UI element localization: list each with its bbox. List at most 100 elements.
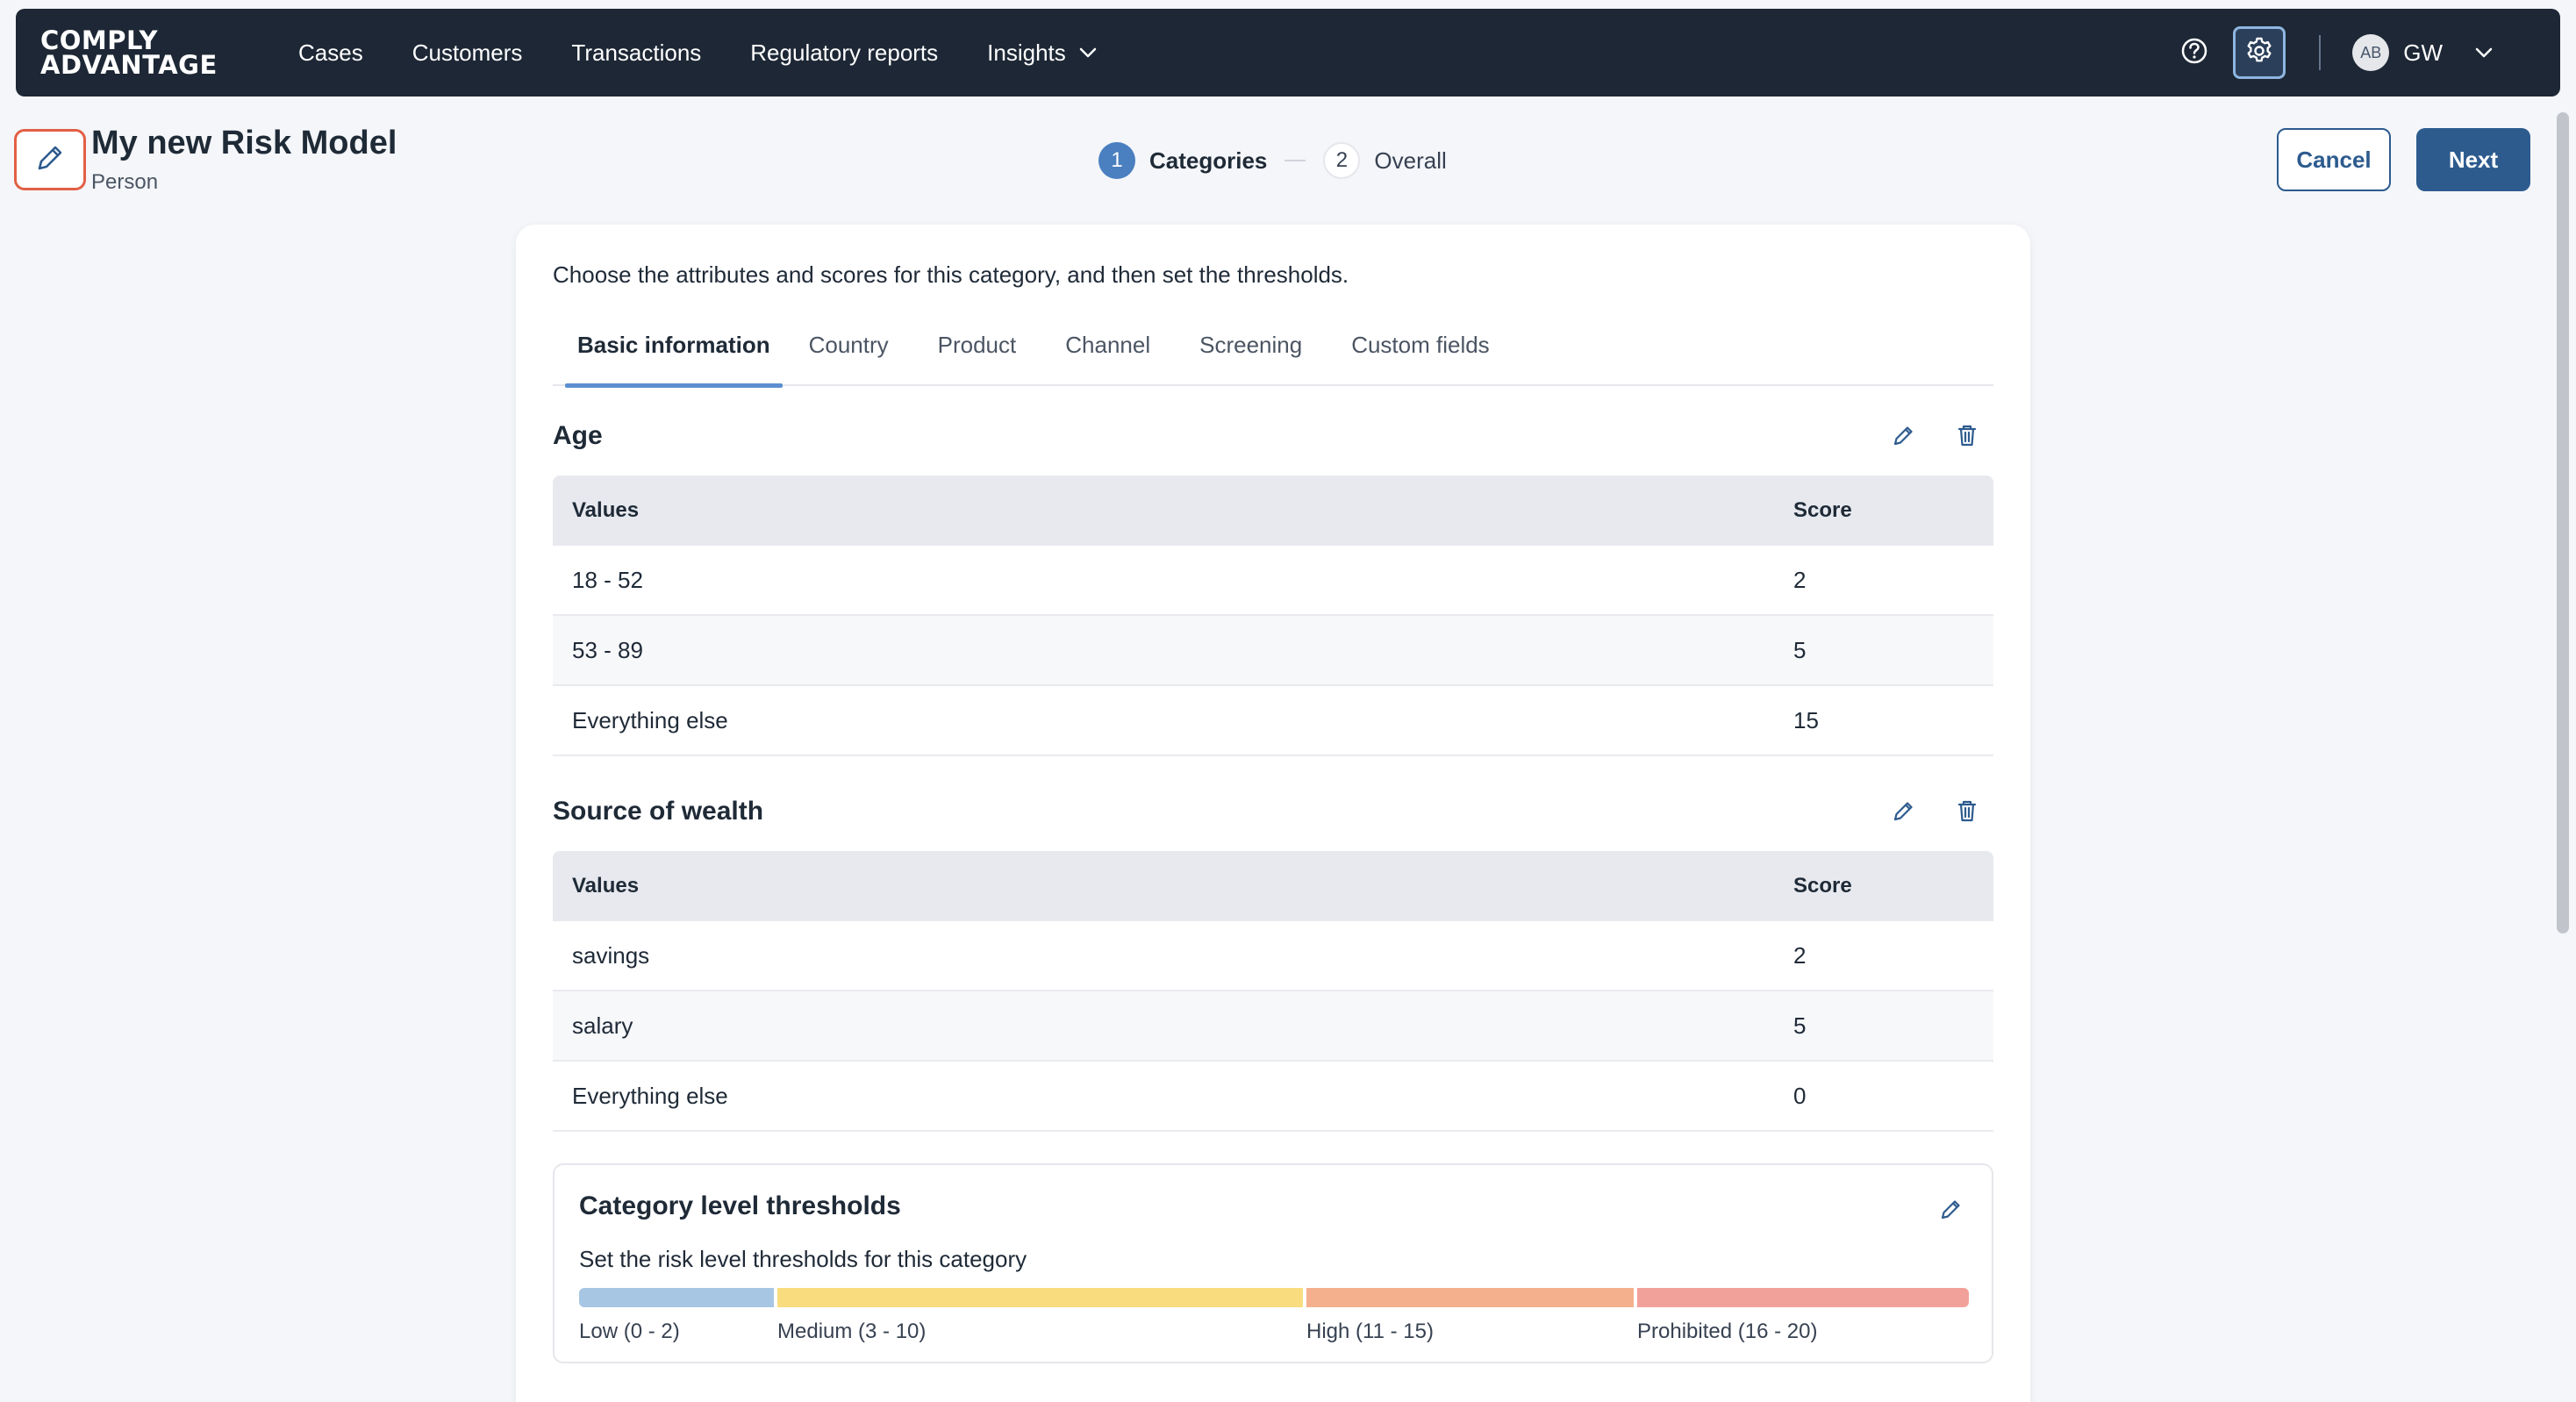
nav-item-transactions[interactable]: Transactions: [547, 9, 726, 97]
threshold-segment: [1637, 1288, 1969, 1307]
row-value: Everything else: [572, 706, 728, 733]
tab-product[interactable]: Product: [938, 328, 1017, 386]
tab-label: Product: [937, 332, 1017, 358]
user-menu[interactable]: AB GW: [2352, 34, 2560, 71]
row-value: 53 - 89: [572, 636, 643, 663]
row-value: savings: [572, 941, 650, 969]
user-initials: GW: [2403, 39, 2443, 66]
column-header-score: Score: [1793, 498, 1852, 522]
table-row: Everything else 0: [553, 1062, 1993, 1132]
nav-item-customers[interactable]: Customers: [388, 9, 547, 97]
nav-item-label: Regulatory reports: [750, 39, 939, 66]
tab-label: Screening: [1199, 332, 1303, 358]
comply-advantage-logo[interactable]: COMPLY ADVANTAGE: [40, 25, 251, 80]
logo-line-2: ADVANTAGE: [40, 50, 218, 80]
category-thresholds-panel: Category level thresholds Set the risk l…: [553, 1163, 1993, 1363]
threshold-label: High (11 - 15): [1306, 1320, 1434, 1343]
row-score: 2: [1793, 566, 1807, 593]
nav-item-label: Insights: [987, 39, 1066, 66]
page-subtitle: Person: [91, 170, 159, 194]
pencil-icon: [32, 140, 68, 180]
delete-age-button[interactable]: [1948, 418, 1986, 456]
source-of-wealth-table: Values Score savings 2 salary 5 Everythi…: [553, 851, 1993, 1132]
nav-item-regulatory-reports[interactable]: Regulatory reports: [726, 9, 962, 97]
threshold-bar: [579, 1288, 1969, 1307]
threshold-segment: [579, 1288, 774, 1307]
threshold-segment: [1306, 1288, 1634, 1307]
step-overall[interactable]: 2 Overall: [1323, 142, 1447, 179]
tab-label: Custom fields: [1351, 332, 1490, 358]
avatar: AB: [2352, 34, 2390, 71]
table-row: 18 - 52 2: [553, 546, 1993, 616]
row-score: 0: [1793, 1082, 1807, 1109]
nav-divider: [2319, 35, 2322, 70]
tab-screening[interactable]: Screening: [1199, 328, 1302, 386]
step-connector: [1284, 160, 1306, 161]
tab-label: Channel: [1065, 332, 1151, 358]
main-nav: Cases Customers Transactions Regulatory …: [274, 9, 1122, 97]
tab-label: Basic information: [577, 332, 770, 358]
settings-button[interactable]: [2233, 26, 2286, 79]
chevron-down-icon: [2474, 46, 2494, 59]
step-label: Overall: [1374, 147, 1447, 174]
step-categories[interactable]: 1 Categories: [1098, 142, 1267, 179]
edit-source-of-wealth-button[interactable]: [1885, 793, 1923, 832]
nav-item-cases[interactable]: Cases: [274, 9, 388, 97]
tab-country[interactable]: Country: [809, 328, 889, 386]
column-header-values: Values: [572, 874, 640, 898]
step-label: Categories: [1149, 147, 1268, 174]
table-row: savings 2: [553, 921, 1993, 991]
table-header: Values Score: [553, 476, 1993, 546]
help-circle-icon: [2179, 36, 2209, 70]
pencil-icon: [1891, 798, 1917, 828]
category-card: Choose the attributes and scores for thi…: [516, 225, 2030, 1402]
row-score: 5: [1793, 636, 1807, 663]
table-row: 53 - 89 5: [553, 616, 1993, 686]
step-number: 1: [1098, 142, 1135, 179]
category-tabs: Basic information Country Product Channe…: [553, 328, 1993, 388]
help-button[interactable]: [2168, 26, 2221, 79]
row-value: 18 - 52: [572, 566, 643, 593]
tab-custom-fields[interactable]: Custom fields: [1351, 328, 1490, 386]
edit-age-button[interactable]: [1885, 418, 1923, 456]
tab-label: Country: [808, 332, 889, 358]
step-number: 2: [1323, 142, 1361, 179]
next-button[interactable]: Next: [2416, 128, 2530, 191]
row-value: Everything else: [572, 1082, 728, 1109]
pencil-icon: [1891, 422, 1917, 453]
tab-basic-information[interactable]: Basic information: [565, 328, 783, 388]
edit-thresholds-button[interactable]: [1932, 1191, 1971, 1230]
delete-source-of-wealth-button[interactable]: [1948, 793, 1986, 832]
scrollbar-thumb[interactable]: [2557, 112, 2569, 933]
table-row: salary 5: [553, 991, 1993, 1062]
threshold-segment: [777, 1288, 1303, 1307]
threshold-label: Medium (3 - 10): [777, 1320, 927, 1343]
trash-icon: [1954, 422, 1980, 453]
row-score: 2: [1793, 941, 1807, 969]
column-header-score: Score: [1793, 874, 1852, 898]
stepper: 1 Categories 2 Overall: [1098, 142, 1447, 179]
section-title-source-of-wealth: Source of wealth: [553, 797, 764, 826]
logo-line-1: COMPLY: [40, 25, 159, 55]
edit-model-name-button[interactable]: [14, 129, 86, 190]
page-title: My new Risk Model: [91, 125, 397, 161]
threshold-label: Low (0 - 2): [579, 1320, 680, 1343]
row-score: 15: [1793, 706, 1819, 733]
nav-item-label: Customers: [411, 39, 523, 66]
top-navigation-bar: COMPLY ADVANTAGE Cases Customers Transac…: [16, 9, 2560, 97]
trash-icon: [1954, 798, 1980, 828]
tab-channel[interactable]: Channel: [1065, 328, 1150, 386]
nav-item-label: Transactions: [571, 39, 702, 66]
age-table: Values Score 18 - 52 2 53 - 89 5 Everyth…: [553, 476, 1993, 756]
pencil-icon: [1938, 1196, 1964, 1227]
thresholds-subtitle: Set the risk level thresholds for this c…: [579, 1246, 1027, 1272]
nav-item-label: Cases: [298, 39, 363, 66]
nav-item-insights[interactable]: Insights: [962, 9, 1122, 97]
cancel-button[interactable]: Cancel: [2277, 128, 2391, 191]
row-value: salary: [572, 1012, 633, 1039]
gear-icon: [2244, 36, 2274, 70]
chevron-down-icon: [1078, 46, 1098, 59]
table-header: Values Score: [553, 851, 1993, 921]
thresholds-title: Category level thresholds: [579, 1191, 901, 1220]
row-score: 5: [1793, 1012, 1807, 1039]
